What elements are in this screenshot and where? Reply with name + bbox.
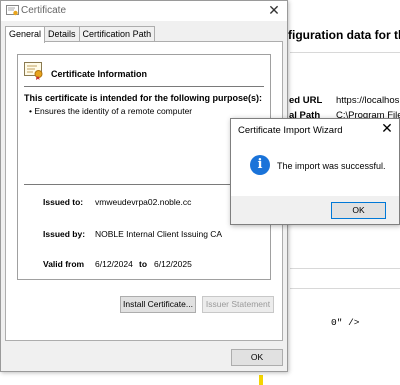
info-title: Certificate Information bbox=[51, 69, 148, 79]
certificate-icon bbox=[6, 5, 19, 16]
issued-by-row: Issued by: NOBLE Internal Client Issuing… bbox=[43, 229, 222, 239]
background-divider bbox=[290, 52, 400, 53]
background-value-url: https://localhos bbox=[336, 95, 400, 106]
background-label-url: ed URL bbox=[289, 95, 323, 106]
valid-from-value: 6/12/2024 bbox=[95, 259, 133, 269]
install-certificate-button[interactable]: Install Certificate... bbox=[120, 296, 196, 313]
issued-to-label: Issued to: bbox=[43, 197, 84, 207]
dialog-message: The import was successful. bbox=[277, 161, 386, 171]
issued-by-value: NOBLE Internal Client Issuing CA bbox=[95, 229, 223, 239]
issuer-statement-button[interactable]: Issuer Statement bbox=[202, 296, 274, 313]
dialog-title: Certificate Import Wizard bbox=[238, 125, 343, 136]
background-divider bbox=[290, 288, 400, 289]
issued-by-label: Issued by: bbox=[43, 229, 86, 239]
purpose-item: • Ensures the identity of a remote compu… bbox=[29, 106, 193, 116]
divider bbox=[24, 184, 264, 185]
window-title: Certificate bbox=[21, 5, 67, 16]
tab-general[interactable]: General bbox=[5, 26, 46, 43]
background-heading: figuration data for the bbox=[288, 28, 400, 42]
background-code-snippet: 0" /> bbox=[331, 317, 360, 328]
valid-to-label: to bbox=[139, 259, 148, 269]
close-button[interactable]: ✕ bbox=[379, 120, 395, 137]
issued-to-value: vmweudevrpa02.noble.cc bbox=[95, 197, 192, 207]
title-bar[interactable]: Certificate ✕ bbox=[1, 1, 287, 21]
close-button[interactable]: ✕ bbox=[265, 2, 283, 19]
text-cursor-marker bbox=[259, 375, 263, 385]
information-icon: i bbox=[250, 155, 270, 175]
tab-details[interactable]: Details bbox=[44, 26, 80, 42]
certificate-icon bbox=[24, 62, 43, 80]
divider bbox=[24, 86, 264, 87]
import-wizard-body: Certificate Import Wizard ✕ i The import… bbox=[231, 119, 399, 196]
validity-row: Valid from 6/12/2024 to 6/12/2025 bbox=[43, 259, 192, 269]
issued-to-row: Issued to: vmweudevrpa02.noble.cc bbox=[43, 197, 191, 207]
valid-from-label: Valid from bbox=[43, 259, 85, 269]
intended-purpose-heading: This certificate is intended for the fol… bbox=[24, 93, 263, 103]
import-wizard-dialog: Certificate Import Wizard ✕ i The import… bbox=[230, 118, 400, 225]
ok-button[interactable]: OK bbox=[331, 202, 386, 219]
tab-certification-path[interactable]: Certification Path bbox=[78, 26, 156, 42]
tab-bar: General Details Certification Path bbox=[5, 26, 156, 43]
background-divider bbox=[290, 268, 400, 269]
ok-button[interactable]: OK bbox=[231, 349, 283, 366]
valid-to-value: 6/12/2025 bbox=[154, 259, 192, 269]
